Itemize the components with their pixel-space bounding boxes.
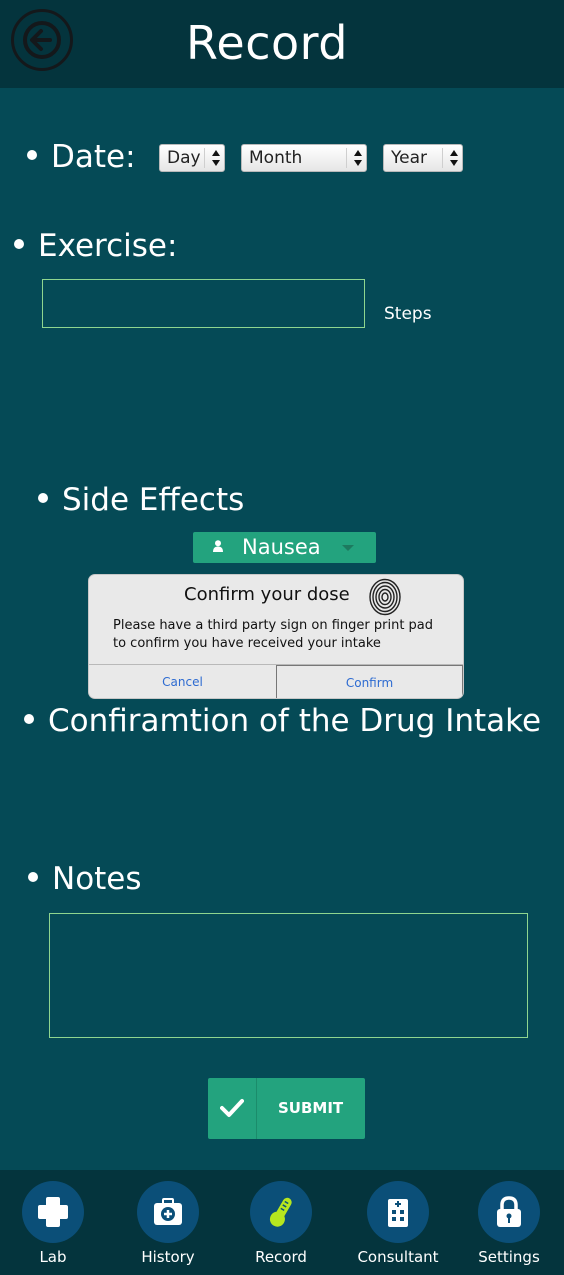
dialog-message: Please have a third party sign on finger… (113, 618, 434, 651)
hospital-icon (367, 1181, 429, 1243)
tab-consultant[interactable]: Consultant (343, 1170, 453, 1275)
confirm-button[interactable]: Confirm (276, 665, 463, 698)
checkmark-icon (208, 1078, 257, 1139)
caret-down-icon (342, 545, 354, 551)
submit-label: SUBMIT (278, 1099, 344, 1117)
year-select[interactable]: Year (383, 144, 463, 172)
notes-textarea[interactable] (49, 913, 528, 1038)
tab-label: History (141, 1248, 195, 1266)
medical-kit-icon (137, 1181, 199, 1243)
dialog-button-row: Cancel Confirm (89, 664, 463, 698)
cancel-button[interactable]: Cancel (89, 665, 277, 698)
side-effects-dropdown[interactable]: Nausea (193, 532, 376, 563)
tab-history[interactable]: History (113, 1170, 223, 1275)
tab-record[interactable]: Record (226, 1170, 336, 1275)
year-select-value: Year (391, 148, 427, 168)
drug-intake-confirmation-label: Confiramtion of the Drug Intake (24, 703, 541, 739)
date-label: Date: (27, 139, 136, 175)
select-arrows-icon (354, 148, 362, 168)
thermometer-icon (250, 1181, 312, 1243)
day-select-value: Day (167, 148, 201, 168)
fingerprint-icon (369, 578, 401, 616)
day-select[interactable]: Day (159, 144, 225, 172)
tab-label: Record (255, 1248, 307, 1266)
confirm-dose-dialog: Confirm your dose Please have a third pa… (88, 574, 464, 699)
exercise-label: Exercise: (14, 228, 177, 264)
dialog-title: Confirm your dose (184, 584, 350, 605)
tab-lab[interactable]: Lab (0, 1170, 108, 1275)
steps-unit-label: Steps (384, 304, 432, 324)
tab-label: Lab (39, 1248, 67, 1266)
month-select-divider (346, 148, 347, 168)
select-arrows-icon (450, 148, 458, 168)
side-effects-label: Side Effects (38, 482, 244, 518)
notes-label: Notes (28, 861, 142, 897)
side-effects-selected: Nausea (242, 535, 321, 559)
bottom-tab-bar: Lab History Record Consultant Settings (0, 1170, 564, 1275)
month-select[interactable]: Month (241, 144, 367, 172)
tab-settings[interactable]: Settings (454, 1170, 564, 1275)
back-arrow-icon[interactable] (11, 9, 73, 71)
person-icon (213, 540, 223, 552)
month-select-value: Month (249, 148, 303, 168)
year-select-divider (442, 148, 443, 168)
tab-label: Consultant (357, 1248, 439, 1266)
page-title: Record (186, 16, 348, 70)
lock-icon (478, 1181, 540, 1243)
medical-cross-icon (22, 1181, 84, 1243)
submit-button[interactable]: SUBMIT (208, 1078, 365, 1139)
day-select-divider (204, 148, 205, 168)
select-arrows-icon (212, 148, 220, 168)
tab-label: Settings (478, 1248, 540, 1266)
steps-input[interactable] (42, 279, 365, 328)
header-bar: Record (0, 0, 564, 88)
